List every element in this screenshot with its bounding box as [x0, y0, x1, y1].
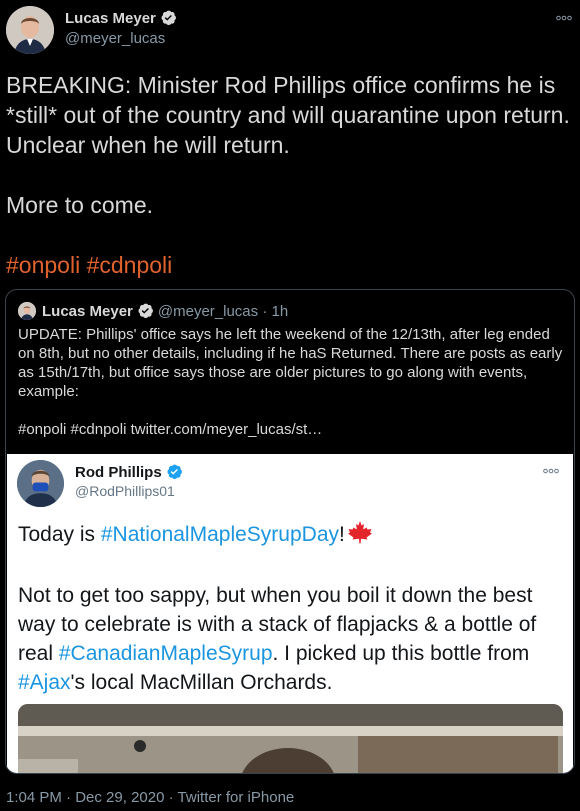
tweet-hashtags: #onpoli #cdnpoli — [6, 250, 576, 280]
tweet-body: BREAKING: Minister Rod Phillips office c… — [6, 70, 576, 280]
embedded-text-line: Not to get too sappy, but when you boil … — [18, 581, 558, 697]
author-handle[interactable]: @meyer_lucas — [65, 30, 165, 47]
quoted-author-name: Lucas Meyer — [42, 303, 133, 320]
embedded-text: ! — [339, 523, 345, 546]
embedded-text: . I picked up this bottle from — [272, 642, 530, 665]
quoted-tweet[interactable]: Lucas Meyer @meyer_lucas · 1h UPDATE: Phi… — [5, 289, 575, 774]
embedded-tweet-image[interactable]: Rod Phillips @RodPhillips01 Today is #Na… — [7, 454, 573, 773]
author-name[interactable]: Lucas Meyer — [65, 9, 177, 30]
verified-badge-icon — [137, 302, 154, 323]
quoted-tweet-header: Lucas Meyer @meyer_lucas · 1h — [18, 302, 288, 322]
embedded-author-handle: @RodPhillips01 — [75, 483, 175, 499]
embedded-text: Today is — [18, 523, 101, 546]
separator: · — [66, 789, 72, 806]
quoted-author-avatar — [18, 302, 36, 320]
tweet-time[interactable]: 1:04 PM — [6, 789, 62, 806]
tweet-footer: 1:04 PM · Dec 29, 2020 · Twitter for iPh… — [6, 789, 294, 806]
embedded-tweet-body: Today is #NationalMapleSyrupDay! Not to … — [18, 520, 558, 697]
embedded-author-name-text: Rod Phillips — [75, 464, 162, 481]
hashtag-link[interactable]: #onpoli — [6, 252, 80, 278]
embedded-hashtag: #NationalMapleSyrupDay — [100, 523, 340, 546]
tweet-text-line: More to come. — [6, 192, 153, 218]
maple-leaf-icon — [347, 520, 373, 552]
separator: · — [168, 789, 174, 806]
embedded-hashtag: #Ajax — [18, 671, 71, 694]
embedded-hashtag: #CanadianMapleSyrup — [58, 642, 273, 665]
author-name-text[interactable]: Lucas Meyer — [65, 10, 156, 27]
quoted-timestamp: · 1h — [262, 303, 289, 320]
quoted-author-handle: @meyer_lucas — [157, 303, 259, 320]
quoted-tweet-body: UPDATE: Phillips' office says he left th… — [18, 325, 566, 439]
quoted-text-line: #onpoli #cdnpoli twitter.com/meyer_lucas… — [18, 421, 323, 438]
hashtag-link[interactable]: #cdnpoli — [87, 252, 173, 278]
tweet-date[interactable]: Dec 29, 2020 — [75, 789, 164, 806]
quoted-text-line: UPDATE: Phillips' office says he left th… — [18, 326, 563, 400]
author-avatar[interactable] — [6, 6, 54, 54]
verified-badge-icon — [160, 9, 177, 30]
embedded-author-name: Rod Phillips — [75, 463, 183, 484]
more-dots-icon — [543, 466, 559, 477]
verified-badge-icon — [166, 463, 183, 484]
more-dots-icon[interactable] — [556, 13, 572, 24]
tweet-text-line: BREAKING: Minister Rod Phillips office c… — [6, 72, 570, 158]
embedded-author-avatar — [17, 460, 64, 507]
tweet-header: Lucas Meyer @meyer_lucas — [0, 0, 580, 60]
embedded-text: 's local MacMillan Orchards. — [70, 671, 333, 694]
embedded-photo — [18, 704, 563, 773]
embedded-text-line: Today is #NationalMapleSyrupDay! — [18, 520, 558, 552]
tweet-source[interactable]: Twitter for iPhone — [178, 789, 295, 806]
